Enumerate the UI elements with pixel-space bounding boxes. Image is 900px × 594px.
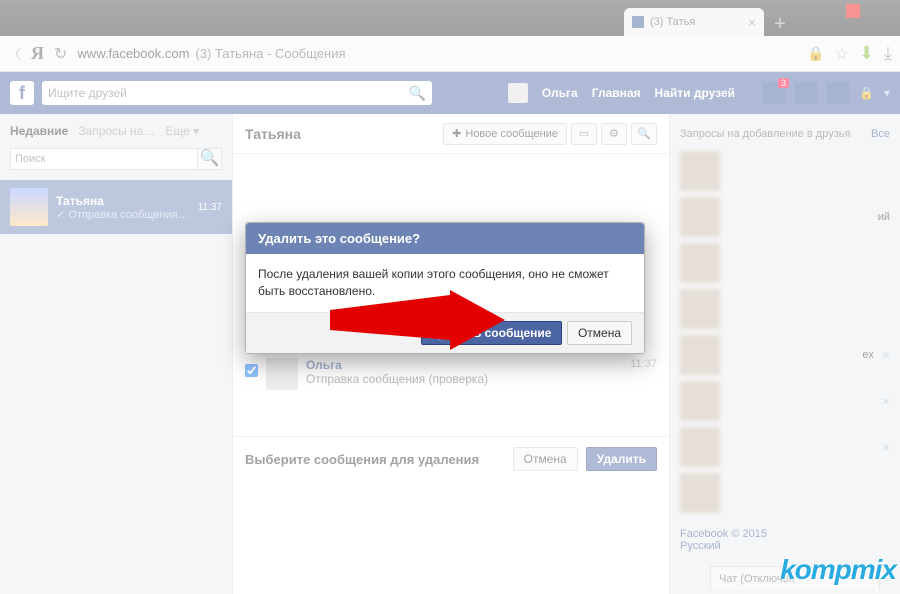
panel-title: Запросы на добавление в друзья (680, 128, 850, 140)
search-input[interactable] (48, 86, 409, 100)
message-text: Отправка сообщения (проверка) (306, 372, 622, 386)
new-message-button[interactable]: ✚Новое сообщение (443, 123, 567, 145)
tab-message-requests[interactable]: Запросы на… (78, 124, 155, 138)
see-all-link[interactable]: Все (871, 128, 890, 140)
dialog-body: После удаления вашей копии этого сообщен… (246, 254, 644, 312)
settings-chevron-icon[interactable]: ▾ (884, 86, 890, 100)
conversation-item[interactable]: Татьяна ✓ Отправка сообщения… 11:37 (0, 180, 232, 234)
search-conv-icon[interactable]: 🔍 (631, 123, 657, 145)
friend-requests-panel: Запросы на добавление в друзья Все ий ех… (670, 114, 900, 594)
browser-tab[interactable]: (3) Татья × (624, 8, 764, 36)
download-manager-icon[interactable]: ⤓ (884, 43, 892, 64)
dialog-title: Удалить это сообщение? (246, 223, 644, 254)
friend-request-item[interactable] (680, 148, 890, 194)
friend-request-item[interactable]: ех× (680, 332, 890, 378)
message-checkbox[interactable] (245, 364, 258, 377)
badge: 3 (778, 78, 789, 88)
nav-find-friends[interactable]: Найти друзей (655, 86, 735, 100)
search-icon[interactable]: 🔍 (409, 85, 426, 102)
browser-tab-strip: (3) Татья × + (0, 0, 900, 36)
dialog-cancel-button[interactable]: Отмена (567, 321, 632, 345)
conversation-time: 11:37 (198, 202, 222, 213)
notifications-icon[interactable] (827, 82, 849, 104)
video-icon[interactable]: ▭ (571, 123, 597, 145)
notification-indicator (846, 4, 860, 18)
tab-title: (3) Татья (650, 16, 695, 28)
close-tab-icon[interactable]: × (748, 14, 756, 30)
privacy-icon[interactable]: 🔒 (859, 86, 874, 100)
tab-more[interactable]: Еще ▾ (165, 124, 199, 138)
lock-icon: 🔒 (807, 45, 824, 62)
nav-profile[interactable]: Ольга (542, 86, 578, 100)
watermark: kompmix (780, 554, 896, 586)
facebook-header: f 🔍 Ольга Главная Найти друзей 3 🔒 ▾ (0, 72, 900, 114)
delete-button[interactable]: Удалить (586, 447, 657, 471)
sidebar-search-input[interactable] (11, 149, 197, 169)
gear-icon[interactable]: ⚙ (601, 123, 627, 145)
friend-request-item[interactable] (680, 286, 890, 332)
messages-icon[interactable] (795, 82, 817, 104)
dismiss-icon[interactable]: × (882, 347, 890, 363)
cancel-button[interactable]: Отмена (513, 447, 578, 471)
sidebar-search[interactable]: 🔍 (10, 148, 222, 170)
delete-prompt: Выберите сообщения для удаления (245, 452, 505, 467)
search-icon[interactable]: 🔍 (197, 149, 221, 169)
message-sender[interactable]: Ольга (306, 358, 622, 372)
avatar[interactable] (508, 83, 528, 103)
conversation-avatar (10, 188, 48, 226)
delete-message-dialog: Удалить это сообщение? После удаления ва… (245, 222, 645, 354)
yandex-icon[interactable]: Я (31, 43, 44, 64)
confirm-delete-button[interactable]: Удалить сообщение (421, 321, 562, 345)
conversation-name: Татьяна (56, 194, 190, 208)
message-time: 11:37 (630, 358, 657, 370)
url-title: (3) Татьяна - Сообщения (195, 46, 345, 61)
dismiss-icon[interactable]: × (882, 393, 890, 409)
footer-language[interactable]: Русский (680, 540, 721, 552)
header-nav: Ольга Главная Найти друзей 3 🔒 ▾ (508, 82, 890, 104)
download-icon[interactable]: ⬇ (859, 43, 874, 64)
dismiss-icon[interactable]: × (882, 439, 890, 455)
facebook-logo[interactable]: f (10, 81, 34, 105)
delete-toolbar: Выберите сообщения для удаления Отмена У… (233, 436, 669, 481)
messages-sidebar: Недавние Запросы на… Еще ▾ 🔍 Татьяна ✓ О… (0, 114, 232, 594)
message-row: Ольга Отправка сообщения (проверка) 11:3… (233, 352, 669, 396)
bookmark-icon[interactable]: ☆ (835, 44, 849, 64)
nav-home[interactable]: Главная (592, 86, 641, 100)
message-avatar (266, 358, 298, 390)
friend-request-item[interactable] (680, 240, 890, 286)
url-domain: www.facebook.com (77, 46, 189, 61)
conversation-preview: ✓ Отправка сообщения… (56, 208, 190, 221)
friend-request-item[interactable]: × (680, 424, 890, 470)
tab-recent[interactable]: Недавние (10, 124, 68, 138)
url-field[interactable]: www.facebook.com (3) Татьяна - Сообщения (77, 46, 797, 61)
friend-request-item[interactable]: × (680, 378, 890, 424)
back-icon[interactable]: 〈 (8, 44, 21, 63)
friend-request-item[interactable] (680, 470, 890, 516)
friend-request-item[interactable]: ий (680, 194, 890, 240)
footer-brand[interactable]: Facebook © 2015 (680, 528, 767, 540)
address-bar: 〈 Я ↻ www.facebook.com (3) Татьяна - Соо… (0, 36, 900, 72)
conversation-panel: Татьяна ✚Новое сообщение ▭ ⚙ 🔍 Переписка… (232, 114, 670, 594)
conversation-title[interactable]: Татьяна (245, 126, 301, 142)
facebook-favicon (632, 16, 644, 28)
facebook-search[interactable]: 🔍 (42, 81, 432, 105)
friend-requests-icon[interactable]: 3 (763, 82, 785, 104)
reload-icon[interactable]: ↻ (54, 44, 67, 64)
new-tab-button[interactable]: + (764, 13, 796, 36)
